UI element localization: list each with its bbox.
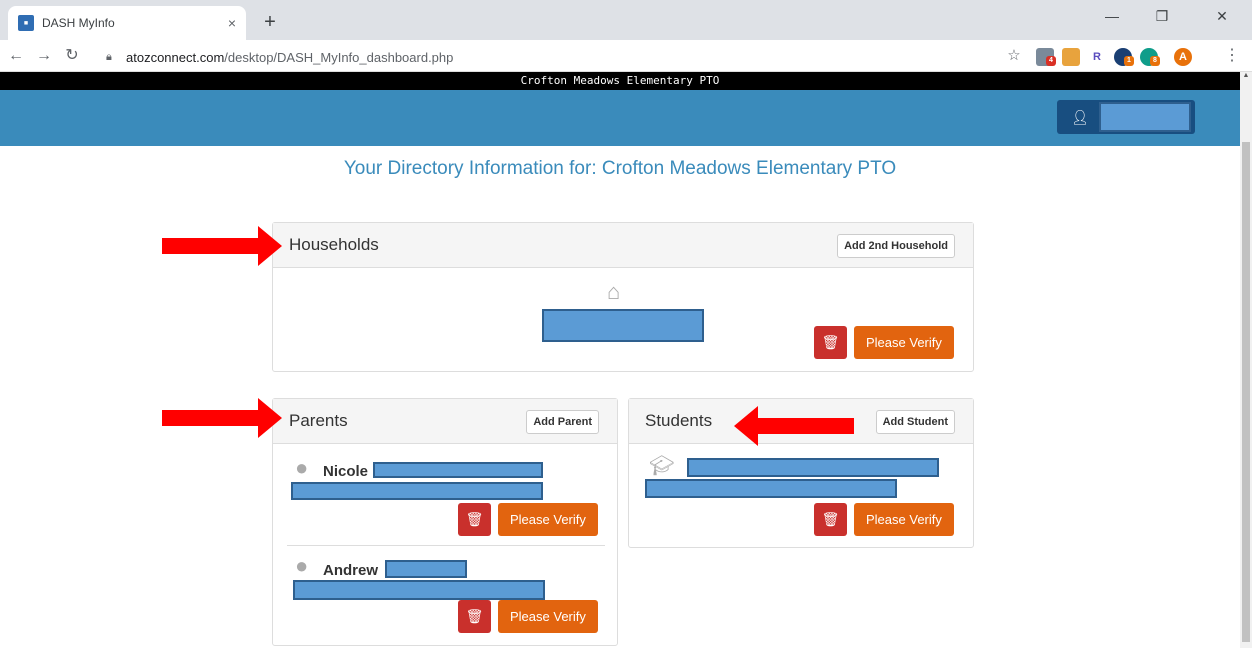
households-panel: Households Add 2nd Household ⌂ 🗑︎ Please… <box>272 222 974 372</box>
bookmark-star-icon[interactable]: ☆ <box>1004 46 1024 66</box>
address-bar[interactable]: 🔒︎ atozconnect.com/desktop/DASH_MyInfo_d… <box>106 44 1026 70</box>
restore-icon[interactable]: ❐ <box>1142 8 1182 25</box>
url-host: atozconnect.com <box>126 49 225 65</box>
scroll-thumb[interactable] <box>1242 142 1250 642</box>
person-icon: ● <box>295 455 309 480</box>
redacted-parent-lastname <box>373 462 543 478</box>
redacted-parent-lastname <box>385 560 467 578</box>
page-title: Your Directory Information for: Crofton … <box>343 158 897 179</box>
home-icon: ⌂ <box>607 279 621 304</box>
add-parent-button[interactable]: Add Parent <box>526 410 599 434</box>
parents-panel: Parents Add Parent ● Nicole 🗑︎ Please Ve… <box>272 398 618 646</box>
browser-tab-strip: ■ DASH MyInfo × + — ❐ ✕ <box>0 0 1252 40</box>
redacted-student-name <box>687 458 939 477</box>
verify-household-button[interactable]: Please Verify <box>854 326 954 359</box>
students-heading: Students <box>645 411 713 430</box>
site-banner: Crofton Meadows Elementary PTO <box>0 72 1240 90</box>
lock-icon: 🔒︎ <box>106 50 112 63</box>
site-favicon-icon: ■ <box>18 15 34 31</box>
verify-student-button[interactable]: Please Verify <box>854 503 954 536</box>
user-icon: 👤︎ <box>1071 108 1089 125</box>
back-icon[interactable]: ← <box>6 46 26 66</box>
profile-avatar[interactable]: A <box>1174 48 1192 66</box>
delete-student-button[interactable]: 🗑︎ <box>814 503 847 536</box>
redacted-student-info <box>645 479 897 498</box>
redacted-household-address <box>542 309 704 342</box>
annotation-arrow-parents <box>162 398 282 438</box>
scroll-up-icon[interactable]: ▲ <box>1240 72 1252 84</box>
new-tab-button[interactable]: + <box>258 10 282 34</box>
site-header: 👤︎ <box>0 90 1240 146</box>
url-path: /desktop/DASH_MyInfo_dashboard.php <box>224 49 454 65</box>
parent-name-andrew: Andrew <box>323 562 379 579</box>
extension-4-badge: 8 <box>1150 56 1160 66</box>
households-heading: Households <box>289 235 379 254</box>
annotation-arrow-households <box>162 226 282 266</box>
reload-icon[interactable]: ↻ <box>62 46 82 66</box>
extension-2-icon[interactable] <box>1062 48 1080 66</box>
parents-header: Parents Add Parent <box>273 399 617 444</box>
add-household-button[interactable]: Add 2nd Household <box>837 234 955 258</box>
user-menu-button[interactable]: 👤︎ <box>1057 100 1195 134</box>
graduation-cap-icon: 🎓︎ <box>649 455 675 477</box>
page-scrollbar[interactable]: ▲ <box>1240 72 1252 648</box>
tab-title: DASH MyInfo <box>42 16 115 30</box>
browser-tab[interactable]: ■ DASH MyInfo × <box>8 6 246 40</box>
delete-parent-button[interactable]: 🗑︎ <box>458 600 491 633</box>
parent-name-nicole: Nicole <box>323 463 369 480</box>
tab-close-icon[interactable]: × <box>228 15 236 31</box>
extension-r-icon[interactable]: R <box>1088 48 1106 66</box>
redacted-parent-email <box>293 580 545 600</box>
extension-3-badge: 1 <box>1124 56 1134 66</box>
redacted-username <box>1098 102 1191 132</box>
parents-heading: Parents <box>289 411 348 430</box>
minimize-icon[interactable]: — <box>1092 8 1132 24</box>
redacted-parent-email <box>291 482 543 500</box>
delete-household-button[interactable]: 🗑︎ <box>814 326 847 359</box>
extension-1-badge: 4 <box>1046 56 1056 66</box>
households-header: Households Add 2nd Household <box>273 223 973 268</box>
menu-kebab-icon[interactable]: ⋮ <box>1222 46 1242 66</box>
annotation-arrow-students <box>734 406 854 446</box>
forward-icon[interactable]: → <box>34 46 54 66</box>
parent-divider <box>287 545 605 546</box>
verify-parent-button[interactable]: Please Verify <box>498 600 598 633</box>
browser-toolbar: ← → ↻ 🔒︎ atozconnect.com/desktop/DASH_My… <box>0 40 1252 72</box>
delete-parent-button[interactable]: 🗑︎ <box>458 503 491 536</box>
add-student-button[interactable]: Add Student <box>875 410 955 434</box>
window-close-icon[interactable]: ✕ <box>1202 8 1242 25</box>
person-icon: ● <box>295 553 309 578</box>
verify-parent-button[interactable]: Please Verify <box>498 503 598 536</box>
